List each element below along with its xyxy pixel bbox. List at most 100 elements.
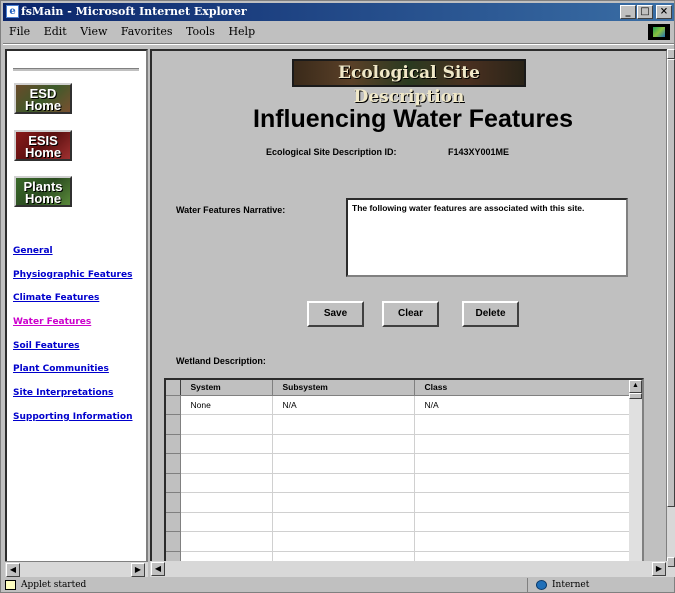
wetland-table: System Subsystem Class None N/A N/A xyxy=(166,380,632,575)
empty-cell[interactable] xyxy=(272,414,415,435)
empty-cell[interactable] xyxy=(272,453,415,474)
link-physiographic-features[interactable]: Physiographic Features xyxy=(13,270,146,294)
empty-cell[interactable] xyxy=(180,473,273,493)
menu-edit[interactable]: Edit xyxy=(44,25,67,38)
empty-cell[interactable] xyxy=(414,512,632,532)
empty-cell[interactable] xyxy=(180,414,273,435)
link-supporting-information[interactable]: Supporting Information xyxy=(13,412,146,436)
menu-view[interactable]: View xyxy=(80,25,107,38)
empty-cell[interactable] xyxy=(180,453,273,474)
grid-scroll-thumb[interactable] xyxy=(629,393,642,399)
wetland-grid[interactable]: System Subsystem Class None N/A N/A ▲ xyxy=(164,378,644,575)
esis-home-button[interactable]: ESIS Home xyxy=(14,130,72,161)
site-id-label: Ecological Site Description ID: xyxy=(266,147,397,157)
table-row[interactable] xyxy=(166,473,632,493)
row-header[interactable] xyxy=(166,453,181,474)
link-general[interactable]: General xyxy=(13,246,146,270)
row-header[interactable] xyxy=(166,414,181,435)
link-site-interpretations[interactable]: Site Interpretations xyxy=(13,388,146,412)
esis-home-label: ESIS Home xyxy=(24,133,62,160)
empty-cell[interactable] xyxy=(414,414,632,435)
content-frame: Ecological Site Description Influencing … xyxy=(150,49,668,577)
empty-cell[interactable] xyxy=(414,492,632,513)
windows-logo-icon xyxy=(648,24,670,40)
zone-label: Internet xyxy=(552,580,590,590)
narrative-textarea[interactable]: The following water features are associa… xyxy=(346,198,628,277)
scroll-right-arrow-icon[interactable]: ▶ xyxy=(652,562,666,576)
title-bar[interactable]: e fsMain - Microsoft Internet Explorer _… xyxy=(3,3,674,21)
table-row[interactable] xyxy=(166,531,632,552)
empty-cell[interactable] xyxy=(180,434,273,454)
row-header[interactable] xyxy=(166,531,181,552)
nav-horizontal-scrollbar[interactable]: ◀ ▶ xyxy=(5,561,148,577)
menu-help[interactable]: Help xyxy=(228,25,255,38)
window-title: fsMain - Microsoft Internet Explorer xyxy=(21,5,247,18)
table-header-row: System Subsystem Class xyxy=(166,380,632,396)
site-id-value: F143XY001ME xyxy=(448,147,510,157)
table-row[interactable] xyxy=(166,414,632,435)
plants-home-button[interactable]: Plants Home xyxy=(14,176,72,207)
table-row[interactable]: None N/A N/A xyxy=(166,395,632,415)
row-header[interactable] xyxy=(166,395,181,415)
column-header-system[interactable]: System xyxy=(180,380,273,396)
empty-cell[interactable] xyxy=(414,531,632,552)
page-title: Influencing Water Features xyxy=(253,105,573,133)
link-plant-communities[interactable]: Plant Communities xyxy=(13,364,146,388)
empty-cell[interactable] xyxy=(180,531,273,552)
content-scroll-thumb[interactable] xyxy=(667,59,675,507)
table-row[interactable] xyxy=(166,453,632,474)
menu-favorites[interactable]: Favorites xyxy=(121,25,173,38)
content-horizontal-scrollbar[interactable]: ◀ ▶ xyxy=(150,561,668,577)
cell-system[interactable]: None xyxy=(180,395,273,415)
clear-button[interactable]: Clear xyxy=(382,301,439,327)
table-row[interactable] xyxy=(166,434,632,454)
scroll-down-arrow-icon[interactable] xyxy=(667,557,675,567)
column-header-class[interactable]: Class xyxy=(414,380,632,396)
empty-cell[interactable] xyxy=(414,453,632,474)
plants-home-label: Plants Home xyxy=(23,179,63,206)
link-soil-features[interactable]: Soil Features xyxy=(13,341,146,365)
navigation-frame: ESD Home ESIS Home Plants Home General P… xyxy=(5,49,148,577)
cell-subsystem[interactable]: N/A xyxy=(272,395,415,415)
toolbar-divider xyxy=(3,43,674,45)
link-water-features[interactable]: Water Features xyxy=(13,317,146,341)
minimize-button[interactable]: _ xyxy=(620,5,636,19)
row-header[interactable] xyxy=(166,473,181,493)
grid-vertical-scrollbar[interactable]: ▲ xyxy=(629,380,642,575)
content-vertical-scrollbar[interactable] xyxy=(667,49,675,577)
empty-cell[interactable] xyxy=(272,434,415,454)
empty-cell[interactable] xyxy=(272,492,415,513)
menu-file[interactable]: File xyxy=(9,25,30,38)
empty-cell[interactable] xyxy=(414,473,632,493)
scroll-right-arrow-icon[interactable]: ▶ xyxy=(131,563,145,577)
scroll-left-arrow-icon[interactable]: ◀ xyxy=(6,563,20,577)
empty-cell[interactable] xyxy=(272,512,415,532)
status-bar: Applet started Internet xyxy=(3,578,674,592)
table-row[interactable] xyxy=(166,512,632,532)
row-header[interactable] xyxy=(166,434,181,454)
menu-bar: File Edit View Favorites Tools Help xyxy=(3,22,674,42)
column-header-subsystem[interactable]: Subsystem xyxy=(272,380,415,396)
scroll-up-arrow-icon[interactable] xyxy=(667,49,675,59)
empty-cell[interactable] xyxy=(272,531,415,552)
menu-tools[interactable]: Tools xyxy=(186,25,215,38)
row-header[interactable] xyxy=(166,512,181,532)
scroll-left-arrow-icon[interactable]: ◀ xyxy=(151,562,165,576)
save-button[interactable]: Save xyxy=(307,301,364,327)
row-header[interactable] xyxy=(166,492,181,513)
esd-home-button[interactable]: ESD Home xyxy=(14,83,72,114)
browser-window: e fsMain - Microsoft Internet Explorer _… xyxy=(0,0,675,593)
empty-cell[interactable] xyxy=(414,434,632,454)
empty-cell[interactable] xyxy=(180,512,273,532)
link-climate-features[interactable]: Climate Features xyxy=(13,293,146,317)
maximize-button[interactable]: □ xyxy=(637,5,653,19)
table-row[interactable] xyxy=(166,492,632,513)
empty-cell[interactable] xyxy=(272,473,415,493)
delete-button[interactable]: Delete xyxy=(462,301,519,327)
empty-cell[interactable] xyxy=(180,492,273,513)
security-zone: Internet xyxy=(527,578,672,592)
scroll-up-arrow-icon[interactable]: ▲ xyxy=(629,380,642,393)
cell-class[interactable]: N/A xyxy=(414,395,632,415)
close-button[interactable]: × xyxy=(656,5,672,19)
row-header-corner xyxy=(166,380,181,396)
